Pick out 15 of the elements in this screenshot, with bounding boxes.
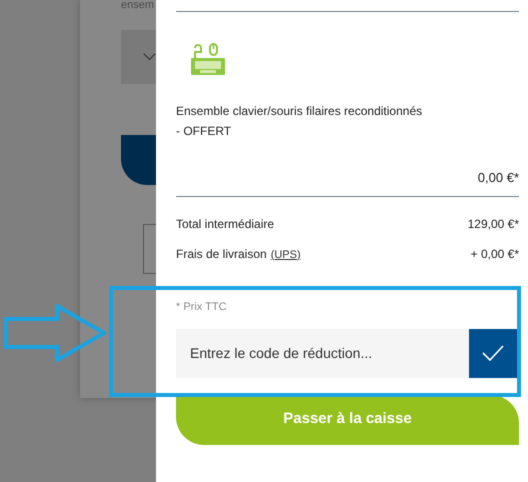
product-price: 0,00 €* bbox=[478, 169, 519, 187]
price-note: * Prix TTC bbox=[176, 300, 228, 315]
background-text: ensem bbox=[121, 0, 154, 13]
total-value: 129,00 €* bbox=[468, 216, 519, 232]
discount-code-field[interactable]: Entrez le code de réduction... bbox=[176, 328, 469, 378]
total-label: Frais de livraison bbox=[176, 246, 267, 262]
product-name: Ensemble clavier/souris filaires reconditionnés - OFFERT bbox=[176, 103, 424, 140]
total-value: + 0,00 €* bbox=[470, 246, 519, 262]
apply-button[interactable] bbox=[469, 328, 517, 378]
keyboard-mouse-icon bbox=[191, 42, 225, 75]
checkmark-icon bbox=[482, 345, 504, 361]
arrow-icon bbox=[4, 304, 106, 362]
total-label: Total intermédiaire bbox=[176, 216, 274, 232]
chevron-down-icon bbox=[143, 52, 156, 62]
carrier-link[interactable]: (UPS) bbox=[270, 246, 301, 263]
